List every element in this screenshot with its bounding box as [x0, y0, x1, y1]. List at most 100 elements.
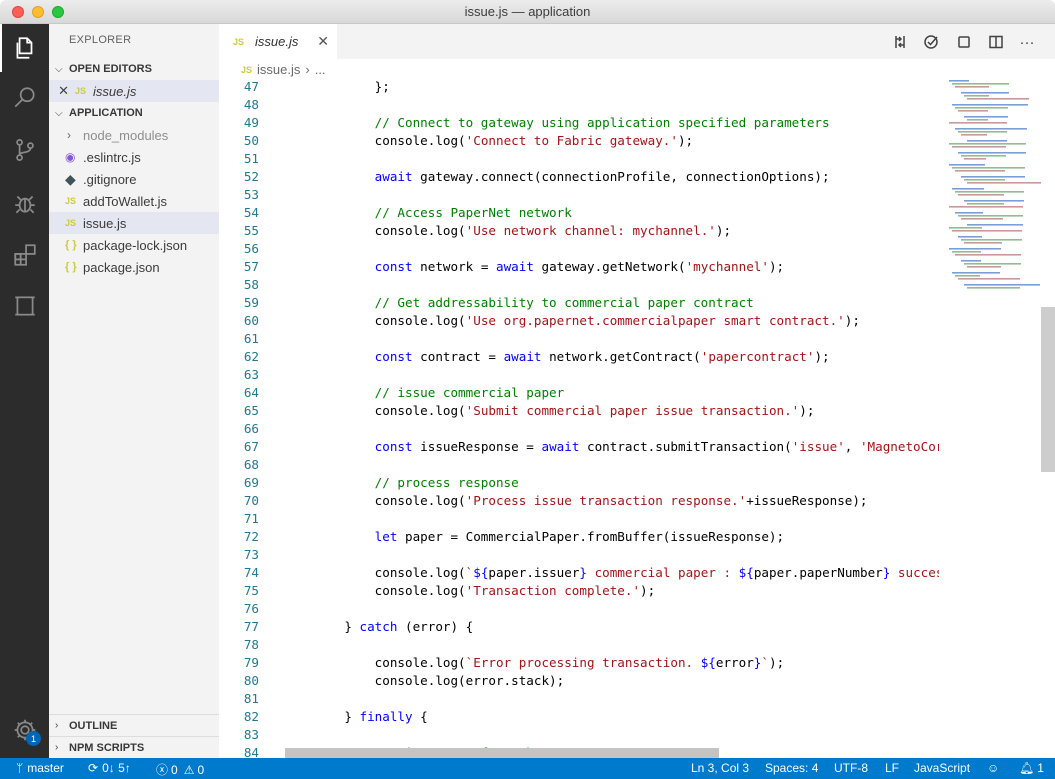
cursor-position[interactable]: Ln 3, Col 3 [691, 761, 749, 775]
code-line[interactable]: 55 console.log('Use network channel: myc… [219, 221, 731, 239]
split-editor-icon[interactable] [986, 32, 1006, 52]
code-line[interactable]: 57 const network = await gateway.getNetw… [219, 257, 784, 275]
code-line[interactable]: 78 [219, 635, 314, 653]
eol-status[interactable]: LF [885, 761, 899, 775]
code-line[interactable]: 59 // Get addressability to commercial p… [219, 293, 754, 311]
code-line[interactable]: 74 console.log(`${paper.issuer} commerci… [219, 563, 939, 581]
extensions-icon[interactable] [0, 231, 49, 279]
sync-status[interactable]: ⟳ 0↓ 5↑ [88, 761, 131, 775]
close-icon[interactable]: ✕ [49, 83, 69, 99]
code-token: 'Use org.papernet.commercialpaper smart … [465, 312, 845, 328]
code-line[interactable]: 81 [219, 689, 314, 707]
tree-item-gitignore[interactable]: ◆ .gitignore [49, 168, 219, 190]
branch-status[interactable]: ᛘ master [16, 761, 64, 775]
code-token: contract = [412, 348, 504, 364]
open-changes-icon[interactable] [890, 32, 910, 52]
tree-item-addtowallet[interactable]: JS addToWallet.js [49, 190, 219, 212]
code-line[interactable]: 47 }; [219, 77, 390, 95]
status-bar: ᛘ master ⟳ 0↓ 5↑ ⓧ 0 ⚠ 0 Ln 3, Col 3 Spaces: … [0, 758, 1055, 779]
minimap-line [961, 155, 1006, 157]
breadcrumb-file[interactable]: issue.js [257, 62, 300, 77]
code-line[interactable]: 71 [219, 509, 314, 527]
code-token: 'issue' [791, 438, 845, 454]
tree-item-package-lock[interactable]: { } package-lock.json [49, 234, 219, 256]
debug-icon[interactable] [0, 179, 49, 227]
application-folder-section[interactable]: ⌵ APPLICATION [49, 102, 219, 124]
tab-issue-js[interactable]: JS issue.js ✕ [219, 24, 337, 59]
more-actions-icon[interactable]: ··· [1017, 32, 1037, 52]
settings-gear-icon[interactable] [0, 706, 49, 754]
line-number: 57 [243, 258, 259, 274]
code-line[interactable]: 64 // issue commercial paper [219, 383, 564, 401]
code-line[interactable]: 68 [219, 455, 314, 473]
notifications-status[interactable]: 🔔︎ 1 [1019, 761, 1044, 775]
source-control-icon[interactable] [0, 126, 49, 174]
code-line[interactable]: 52 await gateway.connect(connectionProfi… [219, 167, 830, 185]
check-circle-icon[interactable] [921, 32, 941, 52]
feedback-icon[interactable]: ☺ [987, 761, 999, 775]
open-editor-item[interactable]: ✕ JS issue.js [49, 80, 219, 102]
code-line[interactable]: 83 [219, 725, 314, 743]
open-editors-section[interactable]: ⌵ OPEN EDITORS [49, 58, 219, 80]
explorer-icon[interactable] [0, 24, 49, 72]
code-token: 'mychannel' [685, 258, 769, 274]
line-number: 56 [243, 240, 259, 256]
code-line[interactable]: 72 let paper = CommercialPaper.fromBuffe… [219, 527, 784, 545]
code-line[interactable]: 80 console.log(error.stack); [219, 671, 564, 689]
code-line[interactable]: 70 console.log('Process issue transactio… [219, 491, 868, 509]
toggle-panel-icon[interactable] [954, 32, 974, 52]
minimap-line [952, 167, 1025, 169]
tree-item-package[interactable]: { } package.json [49, 256, 219, 278]
problems-status[interactable]: ⓧ 0 ⚠ 0 [156, 761, 204, 778]
code-line[interactable]: 48 [219, 95, 314, 113]
line-text: let paper = CommercialPaper.fromBuffer(i… [314, 529, 784, 544]
indentation-status[interactable]: Spaces: 4 [765, 761, 818, 775]
code-line[interactable]: 49 // Connect to gateway using applicati… [219, 113, 830, 131]
code-line[interactable]: 53 [219, 185, 314, 203]
npm-scripts-section[interactable]: › NPM SCRIPTS [49, 736, 219, 758]
code-line[interactable]: 73 [219, 545, 314, 563]
search-icon[interactable] [0, 74, 49, 122]
tree-item-issue[interactable]: JS issue.js [49, 212, 219, 234]
tree-item-node-modules[interactable]: › node_modules [49, 124, 219, 146]
code-editor[interactable]: 47 }; 48 49 // Connect to gateway using ap… [219, 77, 939, 758]
close-tab-icon[interactable]: ✕ [317, 33, 329, 50]
line-number: 66 [243, 420, 259, 436]
code-line[interactable]: 58 [219, 275, 314, 293]
code-token: network.getContract( [541, 348, 701, 364]
code-line[interactable]: 54 // Access PaperNet network [219, 203, 572, 221]
line-number: 60 [243, 312, 259, 328]
vertical-scrollbar[interactable] [1041, 307, 1055, 472]
minimap-line [949, 248, 1001, 250]
line-number: 50 [243, 132, 259, 148]
code-line[interactable]: 51 [219, 149, 314, 167]
minimap-line [958, 194, 1004, 196]
code-token: await [495, 258, 534, 274]
code-line[interactable]: 76 [219, 599, 314, 617]
encoding-status[interactable]: UTF-8 [834, 761, 868, 775]
code-line[interactable]: 77 } catch (error) { [219, 617, 473, 635]
code-line[interactable]: 61 [219, 329, 314, 347]
code-line[interactable]: 62 const contract = await network.getCon… [219, 347, 830, 365]
minimap-line [967, 203, 1004, 205]
code-line[interactable]: 67 const issueResponse = await contract.… [219, 437, 939, 455]
breadcrumb-more[interactable]: ... [315, 62, 326, 77]
code-line[interactable]: 82 } finally { [219, 707, 428, 725]
outline-section[interactable]: › OUTLINE [49, 714, 219, 736]
code-token: console.log( [314, 564, 466, 580]
code-line[interactable]: 60 console.log('Use org.papernet.commerc… [219, 311, 860, 329]
code-token: ` [761, 654, 769, 670]
tree-item-eslintrc[interactable]: ◉ .eslintrc.js [49, 146, 219, 168]
code-line[interactable]: 63 [219, 365, 314, 383]
language-mode[interactable]: JavaScript [914, 761, 970, 775]
code-line[interactable]: 66 [219, 419, 314, 437]
remote-explorer-icon[interactable] [0, 282, 49, 330]
code-line[interactable]: 65 console.log('Submit commercial paper … [219, 401, 815, 419]
code-line[interactable]: 50 console.log('Connect to Fabric gatewa… [219, 131, 693, 149]
minimap[interactable] [947, 80, 1043, 290]
code-line[interactable]: 75 console.log('Transaction complete.'); [219, 581, 655, 599]
code-line[interactable]: 56 [219, 239, 314, 257]
code-line[interactable]: 69 // process response [219, 473, 519, 491]
code-line[interactable]: 79 console.log(`Error processing transac… [219, 653, 784, 671]
horizontal-scrollbar[interactable] [285, 748, 719, 758]
